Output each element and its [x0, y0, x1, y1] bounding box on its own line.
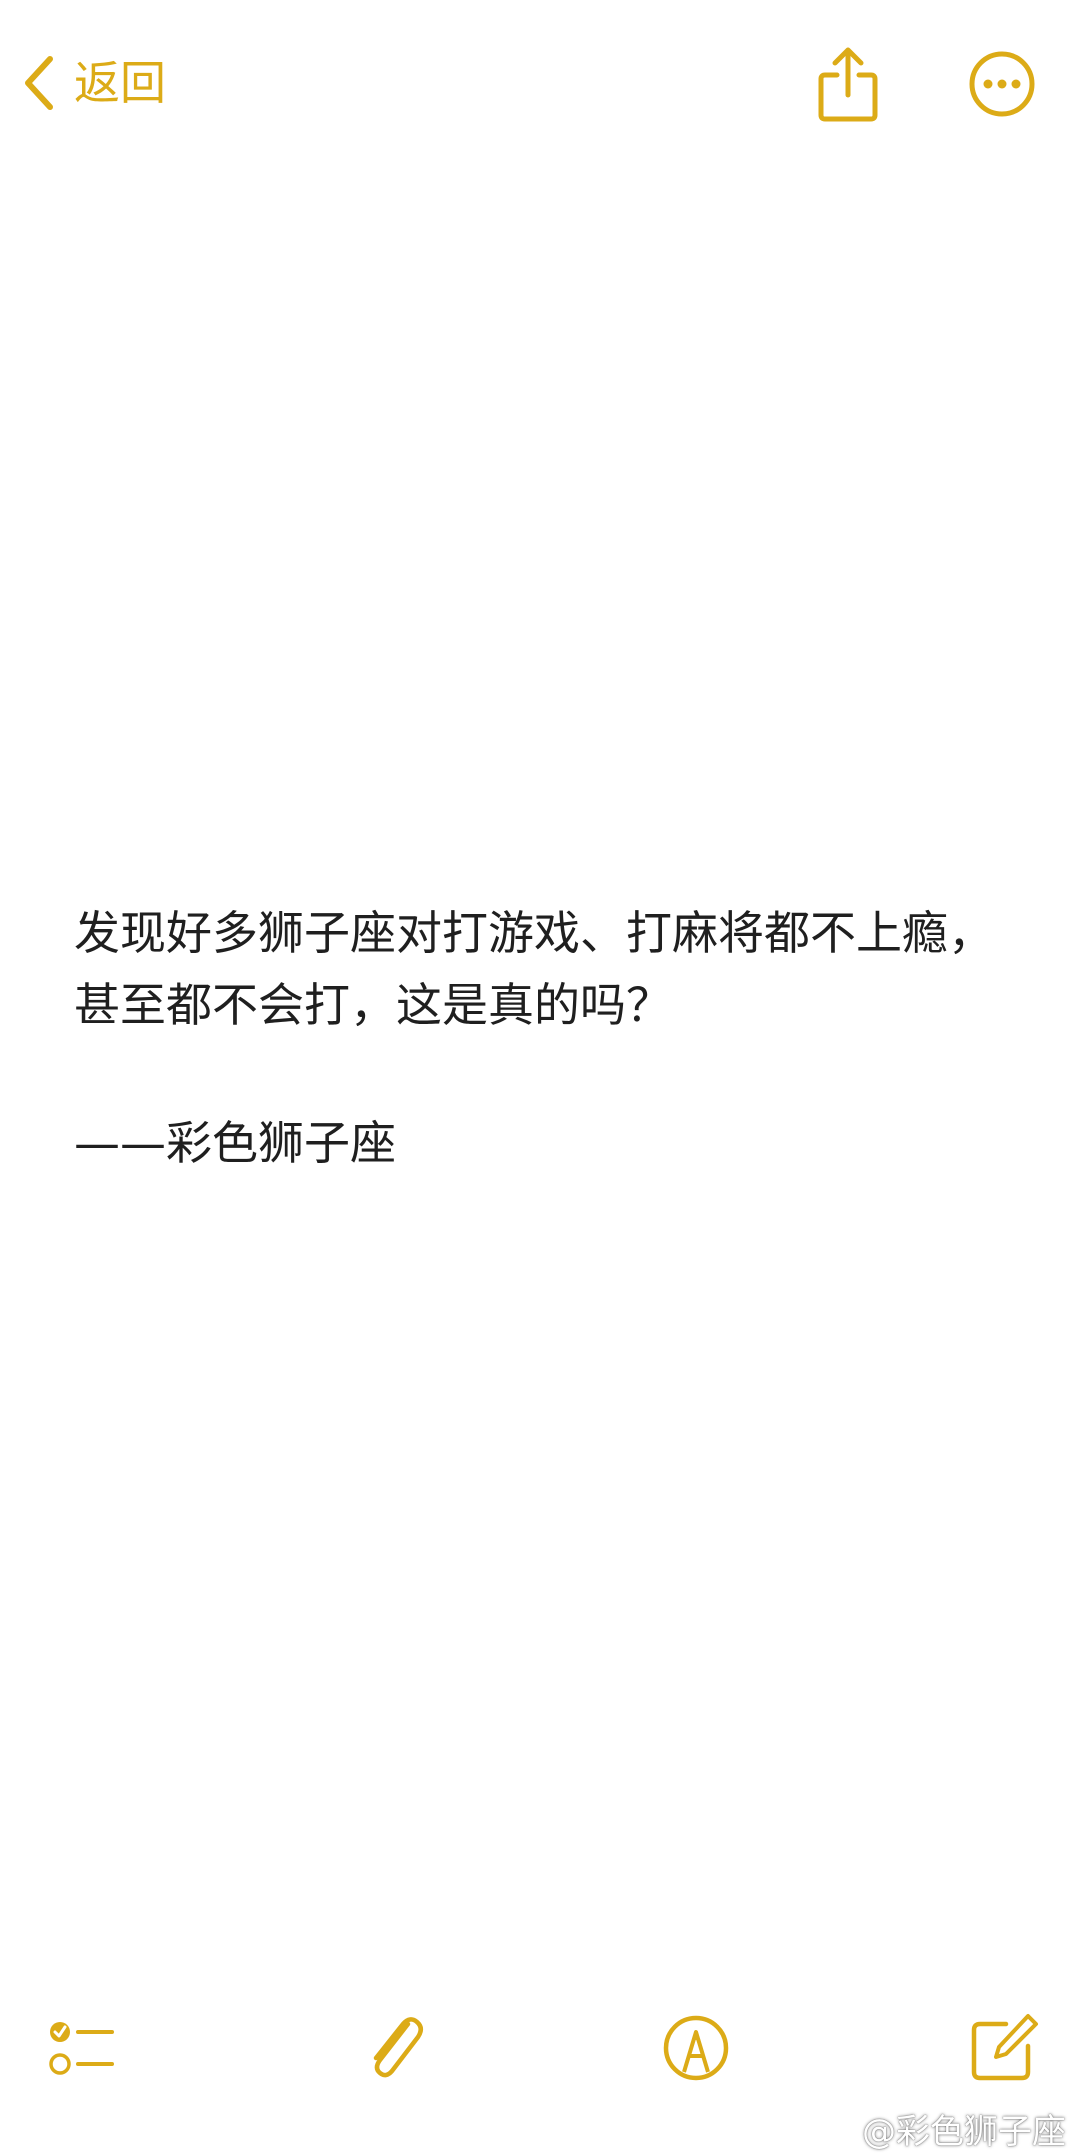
watermark-text: @彩色狮子座: [862, 2112, 1066, 2152]
back-button-label: 返回: [74, 56, 166, 110]
ellipsis-circle-icon: [968, 51, 1036, 122]
chevron-left-icon: [22, 55, 56, 111]
navigation-bar: 返回: [0, 0, 1080, 170]
share-button[interactable]: [815, 45, 881, 125]
more-options-button[interactable]: [968, 50, 1036, 118]
watermark: @彩色狮子座: [816, 2104, 1066, 2153]
checklist-icon: [44, 2010, 120, 2086]
note-body[interactable]: 发现好多狮子座对打游戏、打麻将都不上瘾， 甚至都不会打，这是真的吗？ ——彩色狮…: [74, 897, 1034, 1179]
share-icon: [815, 47, 881, 129]
markup-button[interactable]: [658, 2010, 734, 2086]
compose-icon: [966, 2010, 1042, 2086]
compose-button[interactable]: [966, 2010, 1042, 2086]
weibo-logo-icon: [816, 2112, 856, 2146]
attachment-button[interactable]: [356, 2010, 432, 2086]
note-text-line-1: 发现好多狮子座对打游戏、打麻将都不上瘾，: [74, 906, 994, 960]
note-signature: ——彩色狮子座: [74, 1116, 396, 1170]
bottom-toolbar: [0, 2010, 1080, 2110]
note-text-line-2: 甚至都不会打，这是真的吗？: [74, 978, 672, 1032]
markup-pen-icon: [658, 2010, 734, 2086]
paperclip-icon: [356, 2010, 432, 2086]
checklist-button[interactable]: [44, 2010, 120, 2086]
back-button[interactable]: 返回: [22, 48, 166, 118]
